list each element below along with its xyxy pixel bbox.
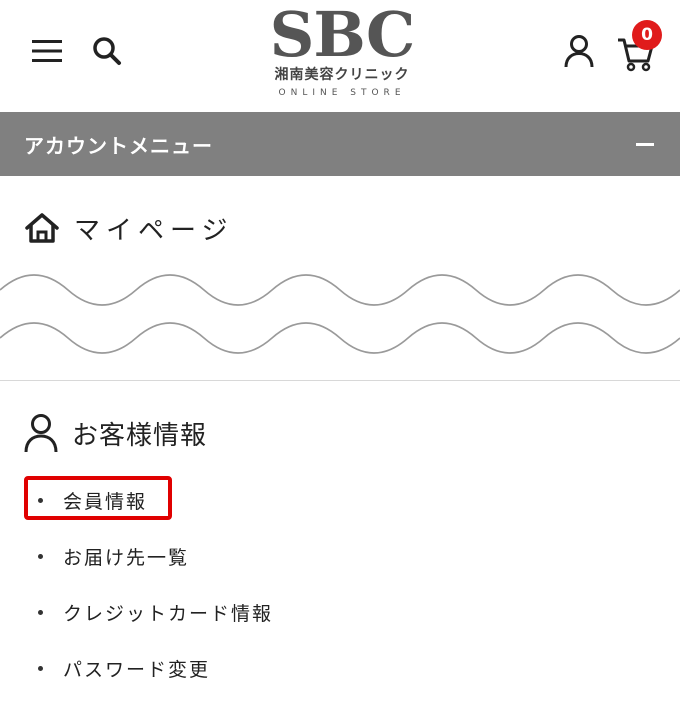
cart-button[interactable]: 0 [614,20,664,74]
customer-info-list: 会員情報 お届け先一覧 クレジットカード情報 パスワード変更 [24,472,624,696]
bullet [38,609,43,615]
logo-sub: 湘南美容クリニック [274,67,410,83]
password-change-link[interactable]: パスワード変更 [24,640,624,696]
logo-store: ONLINE STORE [278,88,406,98]
credit-card-info-link[interactable]: クレジットカード情報 [24,584,624,640]
mypage-label: マイページ [74,215,234,246]
member-info-link[interactable]: 会員情報 [24,472,624,528]
password-change-label: パスワード変更 [63,658,211,681]
cart-count-badge: 0 [632,20,662,50]
user-icon [24,414,58,453]
bullet [38,497,43,503]
minus-icon [636,142,654,146]
logo-main: SBC [269,0,416,71]
account-menu-title: アカウントメニュー [24,133,213,158]
bullet [38,553,43,559]
home-icon [25,213,59,243]
customer-info-title: お客様情報 [72,420,208,451]
hamburger-menu-icon[interactable] [28,34,66,68]
account-menu-toggle[interactable]: アカウントメニュー [0,112,680,176]
user-icon[interactable] [560,32,598,70]
search-icon[interactable] [88,32,126,70]
site-header: SBC 湘南美容クリニック ONLINE STORE 0 [0,0,680,112]
shipping-address-list-label: お届け先一覧 [63,546,190,569]
section-divider [0,380,680,381]
shipping-address-list-link[interactable]: お届け先一覧 [24,528,624,584]
member-info-label: 会員情報 [63,490,148,513]
site-logo[interactable]: SBC 湘南美容クリニック ONLINE STORE [262,4,422,104]
customer-info-heading: お客様情報 [24,410,207,456]
bullet [38,665,43,671]
mypage-link[interactable]: マイページ [24,206,233,250]
credit-card-info-label: クレジットカード情報 [63,602,274,625]
wave-divider [0,274,680,354]
